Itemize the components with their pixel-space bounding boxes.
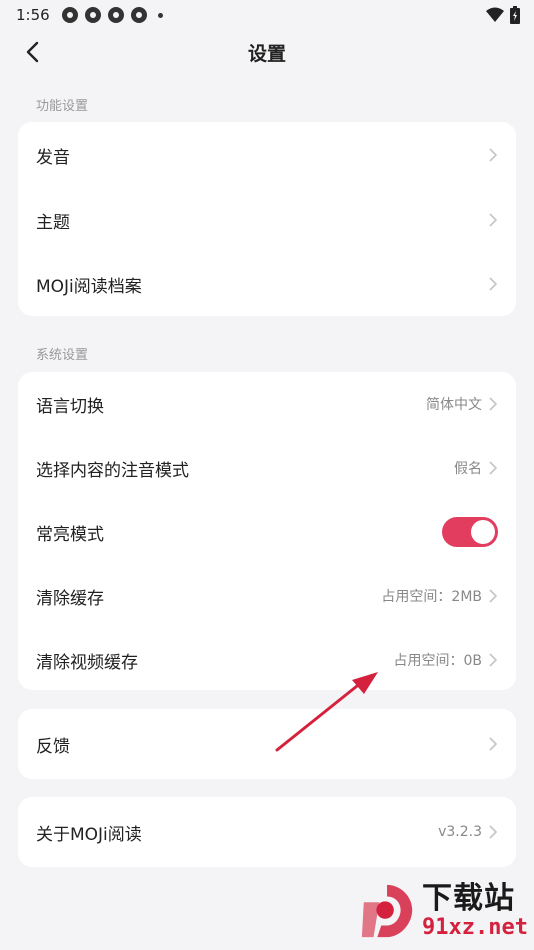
- section-label-feature: 功能设置: [36, 99, 89, 114]
- chevron-right-icon: [489, 653, 498, 667]
- row-label: 关于MOJi阅读: [36, 824, 142, 845]
- row-value: 占用空间：2MB: [381, 589, 482, 605]
- watermark-title: 下载站: [422, 881, 516, 916]
- row-pronunciation[interactable]: 发音: [18, 122, 516, 188]
- row-label: 清除缓存: [36, 588, 104, 609]
- app-version: v3.2.3: [438, 824, 482, 840]
- wifi-icon: [486, 7, 504, 22]
- battery-icon: [510, 6, 520, 24]
- status-bar: 1:56: [0, 0, 534, 30]
- row-about[interactable]: 关于MOJi阅读 v3.2.3: [18, 797, 516, 867]
- status-right: [486, 6, 520, 24]
- watermark-url: 91xz.net: [422, 915, 528, 940]
- watermark: 下载站 91xz.net: [358, 876, 528, 946]
- chevron-right-icon: [489, 148, 498, 162]
- row-clear-video-cache[interactable]: 清除视频缓存 占用空间：0B: [18, 628, 516, 692]
- back-arrow-icon: [26, 41, 39, 63]
- feedback-card: 反馈: [18, 709, 516, 779]
- chevron-right-icon: [489, 825, 498, 839]
- row-label: MOJi阅读档案: [36, 276, 142, 297]
- row-keep-screen-on: 常亮模式: [18, 500, 516, 564]
- chevron-right-icon: [489, 461, 498, 475]
- app-notification-icon: [107, 7, 124, 23]
- app-notification-icon: [61, 7, 78, 23]
- chevron-right-icon: [489, 397, 498, 411]
- watermark-logo-icon: [361, 884, 413, 938]
- row-label: 语言切换: [36, 396, 104, 417]
- more-notifications-icon: [157, 12, 163, 18]
- keep-screen-on-toggle[interactable]: [442, 517, 498, 547]
- row-reading-profile[interactable]: MOJi阅读档案: [18, 252, 516, 316]
- row-label: 选择内容的注音模式: [36, 460, 189, 481]
- row-label: 反馈: [36, 736, 70, 757]
- row-value: 假名: [454, 461, 482, 477]
- header: 设置: [0, 30, 534, 74]
- notification-icons: [61, 7, 163, 23]
- about-card: 关于MOJi阅读 v3.2.3: [18, 797, 516, 867]
- row-theme[interactable]: 主题: [18, 188, 516, 252]
- row-label: 发音: [36, 147, 70, 168]
- row-value: 简体中文: [426, 397, 482, 413]
- row-clear-cache[interactable]: 清除缓存 占用空间：2MB: [18, 564, 516, 628]
- watermark-text: 下载站 91xz.net: [422, 882, 528, 940]
- row-feedback[interactable]: 反馈: [18, 709, 516, 779]
- page-title: 设置: [247, 42, 286, 65]
- toggle-knob: [471, 520, 495, 544]
- row-annotation-mode[interactable]: 选择内容的注音模式 假名: [18, 436, 516, 500]
- feature-settings-card: 发音 主题 MOJi阅读档案: [18, 122, 516, 316]
- row-language[interactable]: 语言切换 简体中文: [18, 372, 516, 436]
- status-time: 1:56: [16, 6, 50, 24]
- row-label: 常亮模式: [36, 524, 104, 545]
- app-notification-icon: [84, 7, 101, 23]
- chevron-right-icon: [489, 277, 498, 291]
- chevron-right-icon: [489, 737, 498, 751]
- row-value: 占用空间：0B: [393, 653, 482, 669]
- chevron-right-icon: [489, 213, 498, 227]
- app-notification-icon: [130, 7, 147, 23]
- back-button[interactable]: [18, 38, 46, 66]
- chevron-right-icon: [489, 589, 498, 603]
- section-label-system: 系统设置: [36, 348, 89, 363]
- row-label: 主题: [36, 212, 70, 233]
- row-label: 清除视频缓存: [36, 652, 138, 673]
- system-settings-card: 语言切换 简体中文 选择内容的注音模式 假名 常亮模式 清除缓存 占用空间：2M…: [18, 372, 516, 690]
